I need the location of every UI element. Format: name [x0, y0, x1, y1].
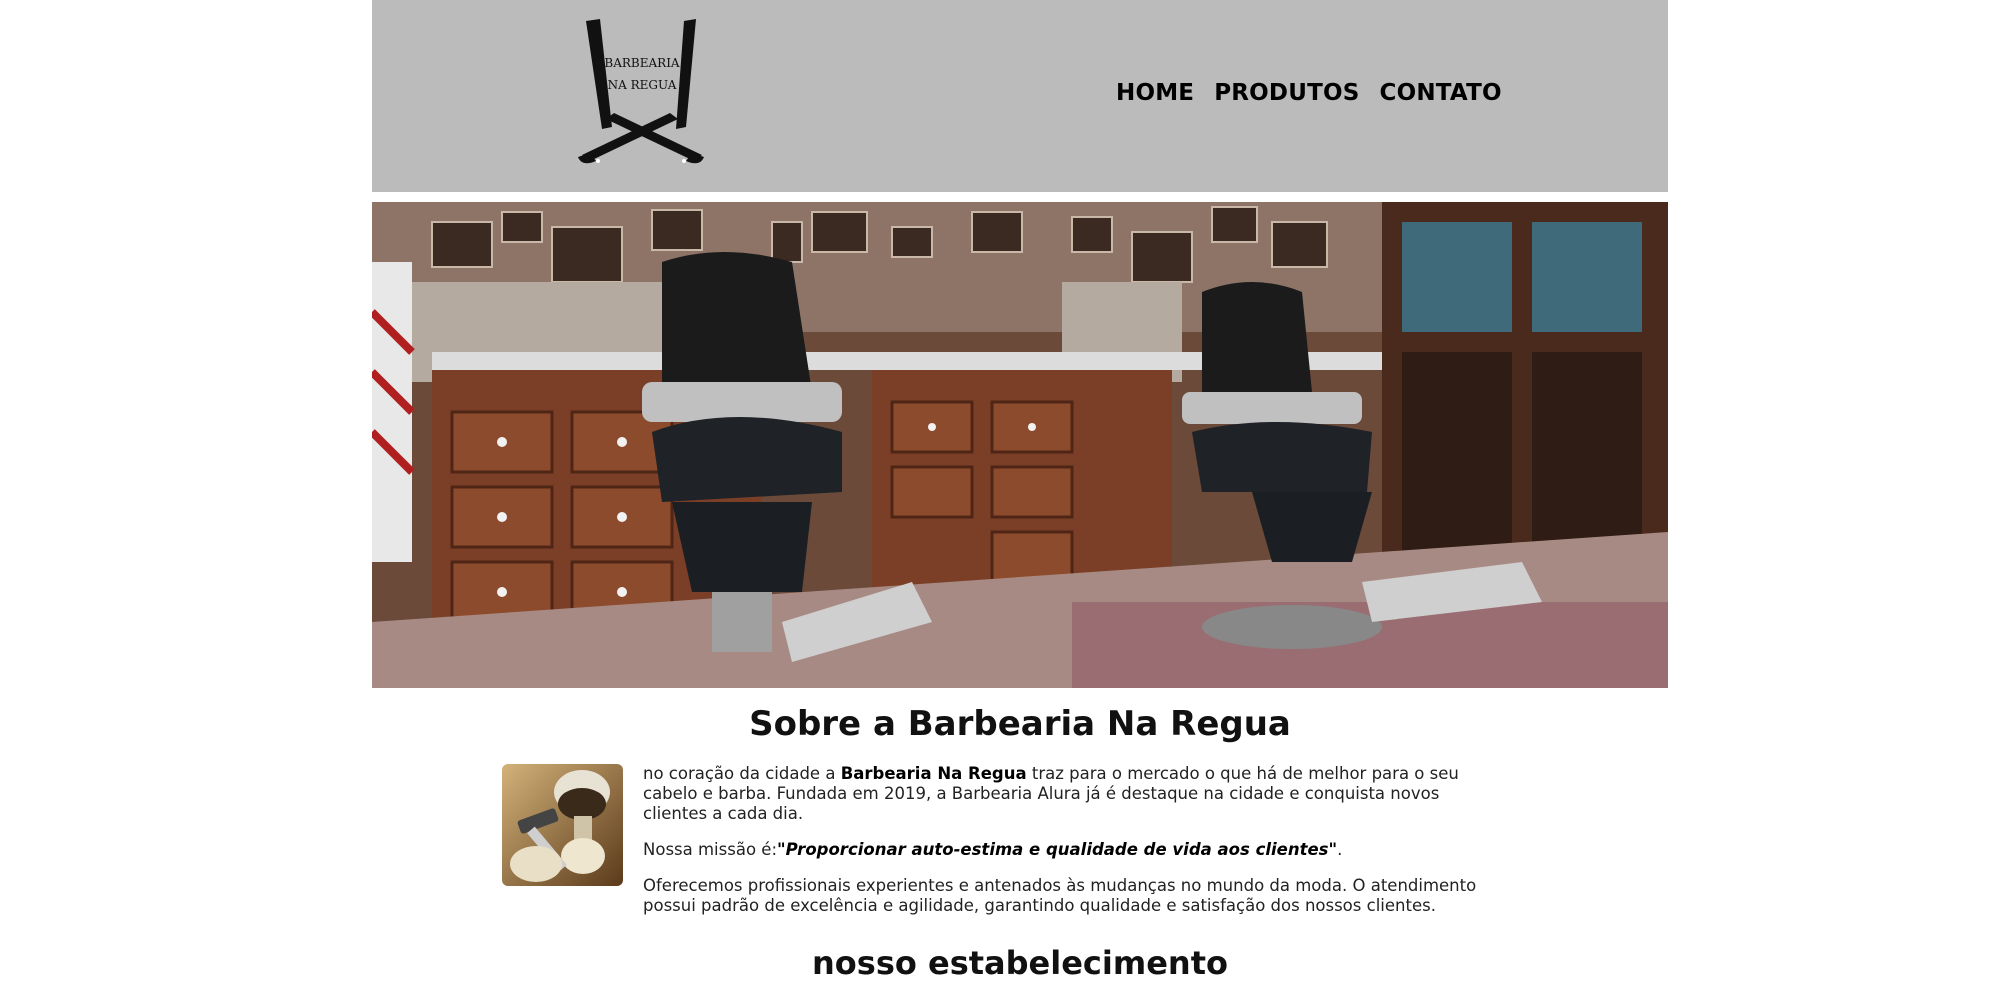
hero-banner — [372, 202, 1668, 688]
about-thumbnail — [502, 764, 623, 886]
barbershop-interior-icon — [372, 202, 1668, 688]
about-text: no coração da cidade a Barbearia Na Regu… — [643, 764, 1502, 932]
nav-contato-link[interactable]: CONTATO — [1380, 80, 1502, 106]
page-container: BARBEARIA NA REGUA HOME PRODUTOS CONTATO — [372, 0, 1668, 982]
main-nav: HOME PRODUTOS CONTATO — [1116, 80, 1502, 106]
razor-logo-icon: BARBEARIA NA REGUA — [578, 19, 704, 164]
about-paragraph-3: Oferecemos profissionais experientes e a… — [643, 876, 1477, 915]
logo-line2: NA REGUA — [608, 78, 677, 92]
about-p2-suffix: . — [1337, 840, 1343, 859]
about-paragraph-2: Nossa missão é:"Proporcionar auto-estima… — [643, 840, 1502, 860]
logo-line1: BARBEARIA — [604, 56, 680, 70]
about-mission-label: Nossa missão é: — [643, 840, 777, 859]
shaving-brush-icon — [502, 764, 623, 886]
barbearia-logo[interactable]: BARBEARIA NA REGUA — [576, 15, 706, 167]
about-section: no coração da cidade a Barbearia Na Regu… — [502, 764, 1502, 932]
about-title: Sobre a Barbearia Na Regua — [749, 704, 1291, 744]
about-mission-quote: "Proporcionar auto-estima e qualidade de… — [777, 840, 1338, 859]
about-paragraph-1: no coração da cidade a Barbearia Na Regu… — [643, 764, 1502, 824]
nav-produtos-link[interactable]: PRODUTOS — [1214, 80, 1359, 106]
about-brand-name: Barbearia Na Regua — [840, 764, 1027, 783]
nav-home-link[interactable]: HOME — [1116, 80, 1194, 106]
site-header: BARBEARIA NA REGUA HOME PRODUTOS CONTATO — [372, 0, 1668, 192]
about-p1-prefix: no coração da cidade a — [643, 764, 841, 783]
establishment-title: nosso estabelecimento — [812, 944, 1228, 982]
